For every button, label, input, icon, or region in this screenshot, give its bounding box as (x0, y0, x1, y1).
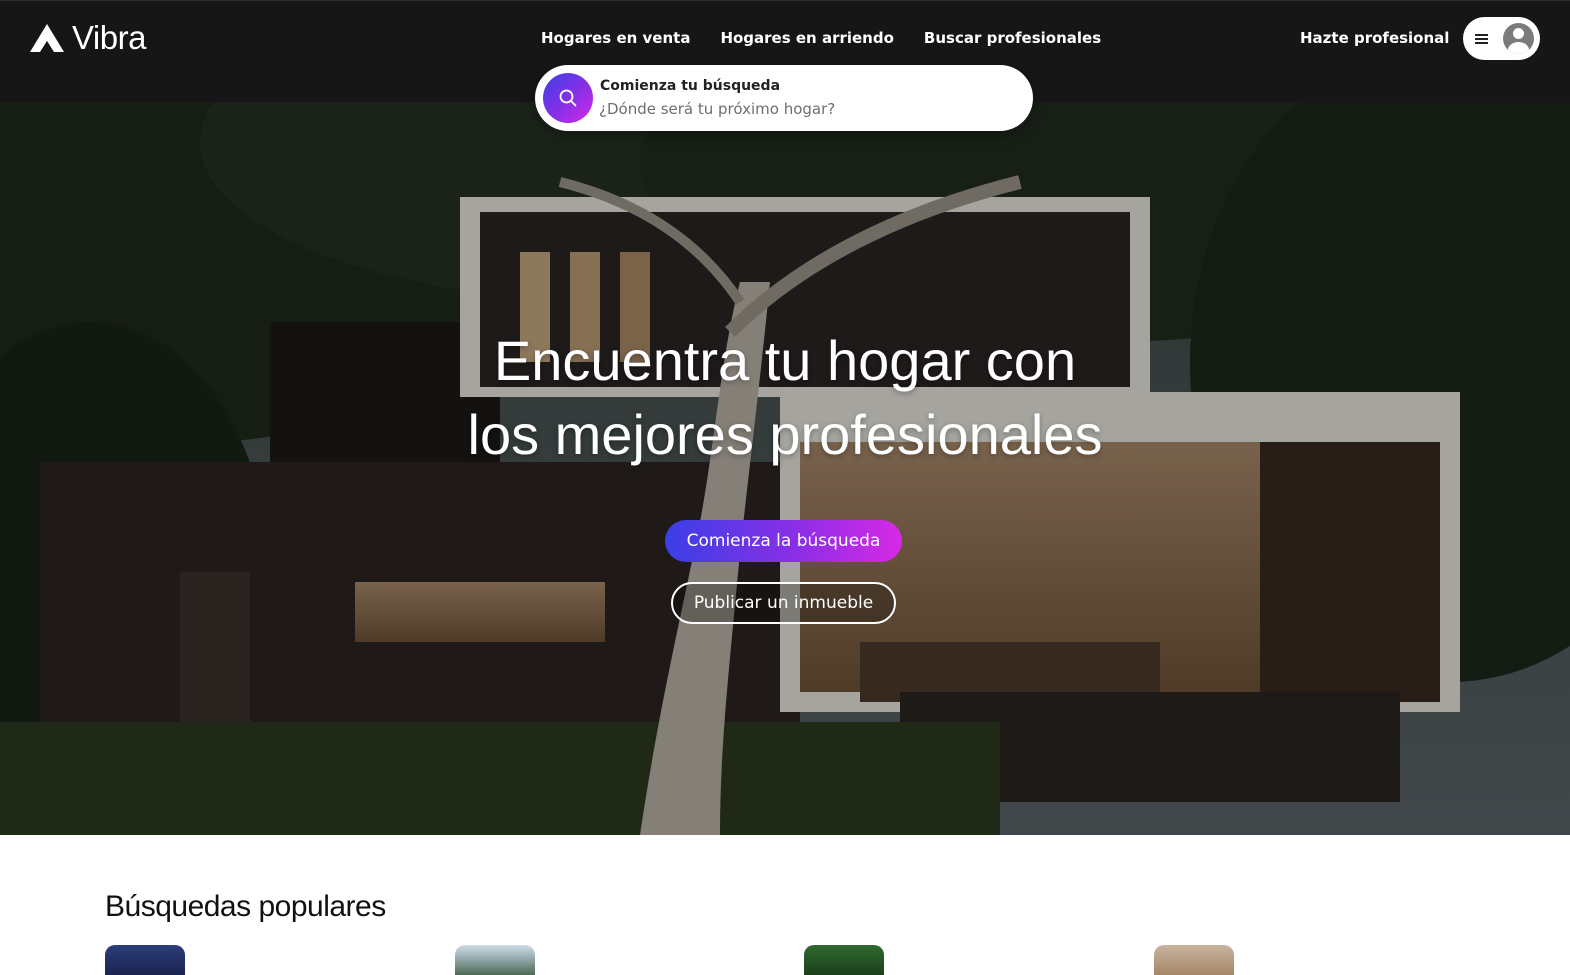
popular-search-card[interactable] (804, 945, 884, 975)
hero-section: Encuentra tu hogar con los mejores profe… (0, 102, 1570, 835)
hero-title: Encuentra tu hogar con los mejores profe… (385, 324, 1185, 472)
vibra-logo-icon (30, 24, 64, 52)
search-icon (559, 89, 577, 107)
nav-homes-for-rent[interactable]: Hogares en arriendo (720, 29, 893, 47)
nav-homes-for-sale[interactable]: Hogares en venta (541, 29, 690, 47)
publish-property-button[interactable]: Publicar un inmueble (671, 582, 896, 624)
search-input[interactable] (599, 98, 999, 120)
search-button[interactable] (543, 73, 593, 123)
hamburger-icon (1475, 32, 1488, 46)
search-bar[interactable]: Comienza tu búsqueda (535, 65, 1033, 131)
become-professional-link[interactable]: Hazte profesional (1300, 29, 1449, 47)
hero-title-line-2: los mejores profesionales (467, 403, 1103, 466)
popular-searches-title: Búsquedas populares (105, 890, 386, 923)
popular-search-card[interactable] (1154, 945, 1234, 975)
nav-find-professionals[interactable]: Buscar profesionales (924, 29, 1101, 47)
popular-search-card[interactable] (455, 945, 535, 975)
main-nav: Hogares en venta Hogares en arriendo Bus… (541, 29, 1101, 47)
logo-text: Vibra (72, 19, 146, 56)
user-avatar-icon (1503, 23, 1534, 54)
hero-title-line-1: Encuentra tu hogar con (493, 329, 1077, 392)
logo-link[interactable]: Vibra (28, 19, 146, 57)
start-search-button[interactable]: Comienza la búsqueda (665, 520, 902, 562)
user-menu-button[interactable] (1463, 17, 1540, 60)
search-title: Comienza tu búsqueda (600, 78, 781, 94)
popular-search-card[interactable] (105, 945, 185, 975)
